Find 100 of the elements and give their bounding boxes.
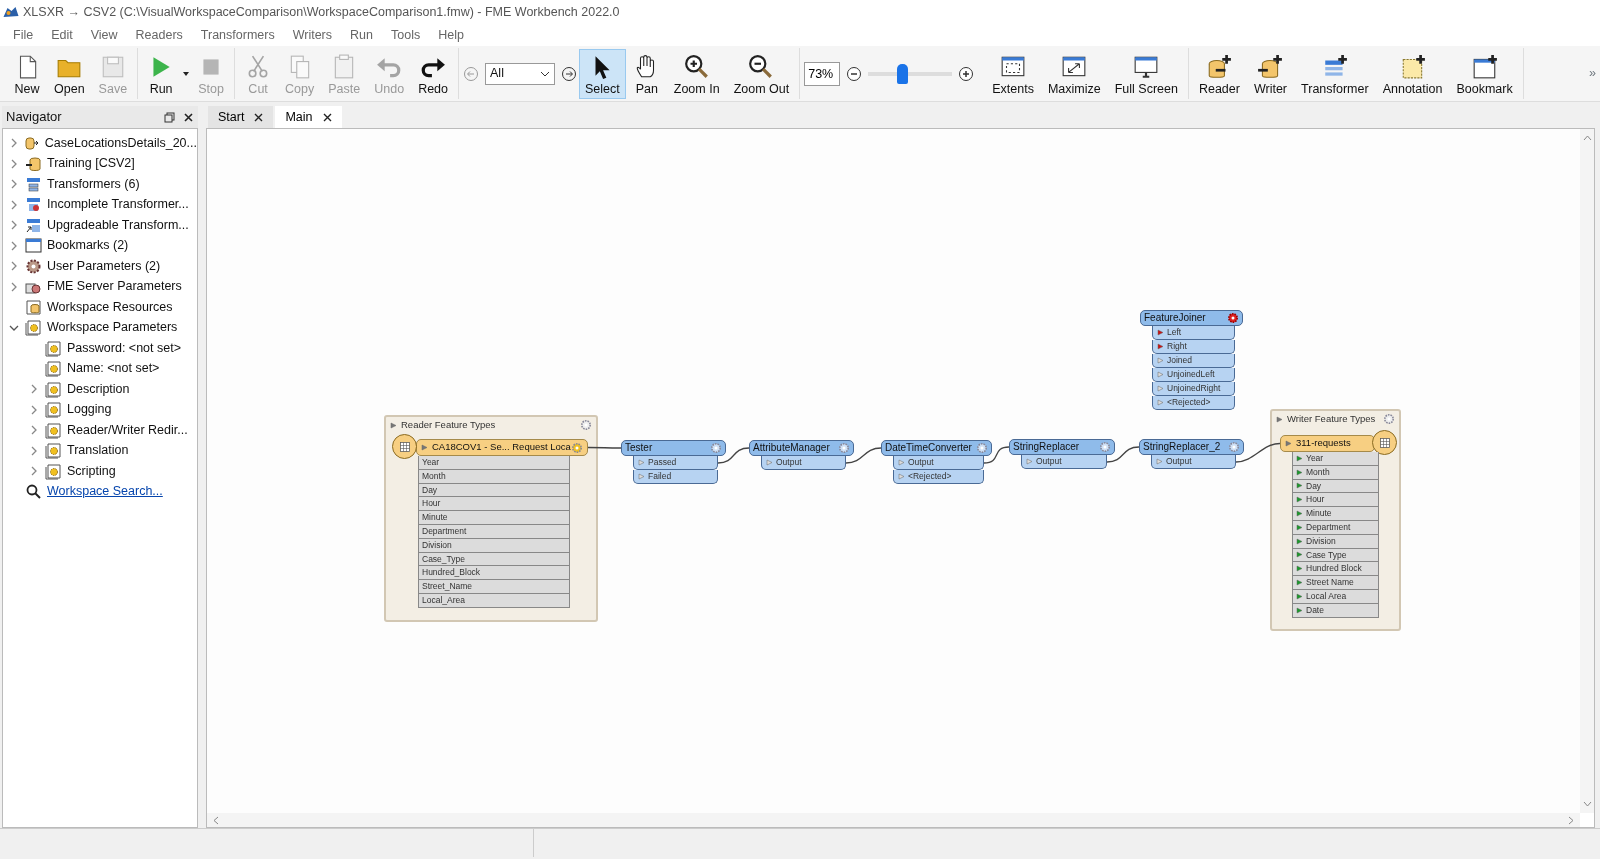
vertical-scrollbar[interactable] [1580, 129, 1594, 813]
tree-item[interactable]: Translation [45, 441, 129, 461]
toolbar-button[interactable]: Redo [412, 48, 455, 99]
toolbar-button[interactable]: New [8, 48, 46, 99]
toolbar-button[interactable]: Annotation [1376, 48, 1449, 99]
gear-icon[interactable] [838, 442, 850, 454]
tab[interactable]: Start [208, 106, 274, 128]
chevron-right-icon[interactable] [29, 445, 39, 456]
scroll-down-icon[interactable] [1582, 800, 1592, 809]
output-port[interactable]: Passed [633, 456, 718, 470]
toolbar-button[interactable]: Open [48, 48, 91, 99]
tree-item[interactable]: Workspace Parameters [25, 318, 178, 338]
plus-icon[interactable] [958, 65, 975, 82]
transformer-header[interactable]: FeatureJoiner [1140, 310, 1243, 326]
output-port[interactable]: UnjoinedLeft [1152, 368, 1235, 382]
scroll-left-icon[interactable] [211, 815, 220, 825]
menu-item[interactable]: Run [341, 25, 382, 45]
chevron-right-icon[interactable] [9, 220, 19, 231]
toolbar-button[interactable]: Extents [986, 48, 1040, 99]
connection-line[interactable] [717, 447, 750, 464]
close-icon[interactable] [254, 112, 264, 122]
tree-item[interactable]: Scripting [45, 461, 116, 481]
chevron-right-icon[interactable] [29, 425, 39, 436]
menu-item[interactable]: Help [429, 25, 473, 45]
chevron-right-icon[interactable] [29, 384, 39, 395]
transformer-header[interactable]: StringReplacer_2 [1139, 439, 1244, 455]
output-port[interactable]: Failed [633, 470, 718, 484]
toolbar-button[interactable]: Zoom Out [727, 48, 796, 99]
scroll-up-icon[interactable] [1582, 133, 1592, 142]
feature-type-header[interactable]: CA18COV1 - Se... Request Loca [416, 439, 588, 456]
transformer-header[interactable]: AttributeManager [749, 440, 854, 456]
input-port[interactable]: Right [1152, 340, 1235, 354]
transformer-header[interactable]: DateTimeConverter [881, 440, 992, 456]
chevron-right-icon[interactable] [9, 240, 19, 251]
minus-icon[interactable] [846, 65, 863, 82]
tab[interactable]: Main [275, 106, 342, 128]
menu-item[interactable]: Writers [283, 25, 342, 45]
toolbar-button[interactable]: Transformer [1295, 48, 1375, 99]
chevron-right-icon[interactable] [29, 404, 39, 415]
tree-item[interactable]: FME Server Parameters [25, 277, 182, 297]
toolbar-button[interactable]: Select [579, 48, 626, 99]
toolbar-button[interactable]: Pan [627, 48, 666, 99]
scroll-right-icon[interactable] [1567, 815, 1576, 825]
tree-item[interactable]: Logging [45, 400, 112, 420]
toolbar-button[interactable]: Run [142, 48, 181, 99]
input-port[interactable]: Left [1152, 326, 1235, 340]
tree-item[interactable]: User Parameters (2) [25, 256, 161, 276]
toolbar-button[interactable]: Bookmark [1450, 48, 1519, 99]
transformer-header[interactable]: StringReplacer [1009, 439, 1115, 455]
output-port[interactable]: Output [893, 456, 984, 470]
connection-line[interactable] [845, 447, 882, 464]
connection-line[interactable] [587, 446, 622, 449]
caret-icon[interactable] [182, 69, 191, 78]
gear-icon[interactable] [571, 441, 583, 454]
output-port[interactable]: <Rejected> [893, 470, 984, 484]
gear-icon[interactable] [580, 419, 592, 431]
search-link[interactable]: Workspace Search... [25, 482, 163, 502]
toolbar-button[interactable]: Full Screen [1108, 48, 1184, 99]
menu-item[interactable]: Edit [42, 25, 82, 45]
toolbar-button[interactable]: Zoom In [667, 48, 726, 99]
chevron-right-icon[interactable] [29, 466, 39, 477]
connection-line[interactable] [1106, 446, 1140, 463]
menu-item[interactable]: View [81, 25, 127, 45]
gear-icon[interactable] [1383, 413, 1395, 425]
zoom-field[interactable]: 73% [804, 61, 841, 86]
gear-icon[interactable] [1099, 441, 1111, 453]
output-port[interactable]: Output [1021, 455, 1107, 469]
menu-item[interactable]: Tools [382, 25, 430, 45]
output-port[interactable]: Output [1151, 455, 1236, 469]
close-icon[interactable] [183, 111, 194, 123]
tree-item[interactable]: Upgradeable Transform... [25, 215, 189, 235]
chevron-right-icon[interactable] [9, 199, 19, 210]
tree-item[interactable]: Incomplete Transformer... [25, 195, 189, 215]
tree-item[interactable]: Password: <not set> [45, 338, 181, 358]
gear-icon[interactable] [1228, 441, 1240, 453]
output-port[interactable]: UnjoinedRight [1152, 382, 1235, 396]
menu-item[interactable]: File [4, 25, 43, 45]
toolbar-button[interactable]: Writer [1247, 48, 1294, 99]
output-port[interactable]: Joined [1152, 354, 1235, 368]
chevron-right-icon[interactable] [9, 158, 19, 169]
tree-item[interactable]: Training [CSV2] [25, 154, 135, 174]
slider-thumb[interactable] [896, 63, 908, 84]
tree-item[interactable]: Name: <not set> [45, 359, 160, 379]
output-port[interactable]: Output [761, 456, 846, 470]
tree-item[interactable]: Workspace Resources [25, 297, 173, 317]
chevron-right-icon[interactable] [9, 281, 19, 292]
filter-dropdown[interactable]: All [485, 62, 556, 85]
tree-item[interactable]: CaseLocationsDetails_20... [22, 133, 197, 153]
gear-icon[interactable] [976, 442, 988, 454]
tree-item[interactable]: Bookmarks (2) [25, 236, 129, 256]
toolbar-button[interactable]: Maximize [1041, 48, 1107, 99]
close-icon[interactable] [322, 112, 332, 122]
menu-item[interactable]: Readers [126, 25, 192, 45]
chevron-right-icon[interactable] [9, 261, 19, 272]
connection-line[interactable] [983, 446, 1010, 464]
chevron-right-icon[interactable] [9, 179, 19, 190]
output-port[interactable]: <Rejected> [1152, 396, 1235, 410]
warning-gear-icon[interactable] [1227, 312, 1239, 324]
gear-icon[interactable] [710, 442, 722, 454]
transformer-header[interactable]: Tester [621, 440, 726, 456]
